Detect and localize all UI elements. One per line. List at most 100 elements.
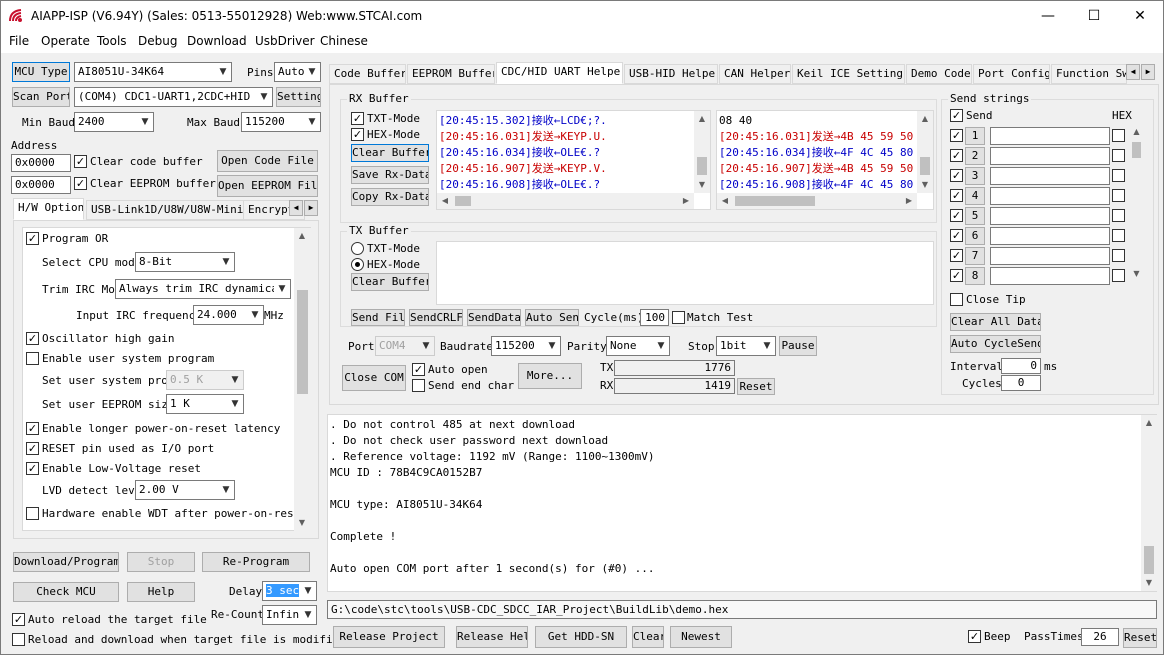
send-row-input[interactable] <box>990 167 1110 185</box>
scroll-thumb[interactable] <box>455 196 471 206</box>
lvd-select[interactable]: 2.00 V ▼ <box>135 480 235 500</box>
chevron-down-icon[interactable]: ▼ <box>1141 575 1157 591</box>
newest-button[interactable]: Newest <box>670 626 732 648</box>
program-or-checkbox[interactable]: ✓ <box>26 232 39 245</box>
tab-keil-ice-settings[interactable]: Keil ICE Settings <box>792 64 905 84</box>
send-end-char-checkbox[interactable] <box>412 379 425 392</box>
send-row-button[interactable]: 1 <box>965 127 985 145</box>
get-hdd-sn-button[interactable]: Get HDD-SN <box>535 626 627 648</box>
code-address-input[interactable]: 0x0000 <box>11 154 71 172</box>
baudrate-select[interactable]: 115200 ▼ <box>491 336 561 356</box>
open-code-file-button[interactable]: Open Code File <box>217 150 318 172</box>
chevron-right-icon[interactable]: ▶ <box>678 193 694 209</box>
rx-text-vscroll[interactable]: ▲ ▼ <box>694 111 710 193</box>
auto-cycle-send-button[interactable]: Auto CycleSend <box>950 335 1041 353</box>
tab-scroll-right-icon[interactable]: ▶ <box>304 200 318 216</box>
trim-irc-select[interactable]: Always trim IRC dynamical ▼ <box>115 279 291 299</box>
clear-log-button[interactable]: Clear <box>632 626 664 648</box>
mcu-type-select[interactable]: AI8051U-34K64 ▼ <box>74 62 232 82</box>
download-program-button[interactable]: Download/Program <box>13 552 119 572</box>
maximize-button[interactable]: ☐ <box>1071 1 1117 31</box>
re-program-button[interactable]: Re-Program <box>202 552 310 572</box>
tab-scroll-left-icon[interactable]: ◀ <box>289 200 303 216</box>
close-com-button[interactable]: Close COM <box>342 365 406 391</box>
send-all-checkbox[interactable]: ✓ <box>950 109 963 122</box>
chevron-left-icon[interactable]: ◀ <box>437 193 453 209</box>
send-row-hex-checkbox[interactable] <box>1112 149 1125 162</box>
chevron-down-icon[interactable]: ▼ <box>294 515 310 531</box>
rx-text-view[interactable]: [20:45:15.302]接收←LCD€;?. [20:45:16.031]发… <box>436 110 711 210</box>
tab-usb-hid-helper[interactable]: USB-HID Helper <box>624 64 718 84</box>
menu-tools[interactable]: Tools <box>97 34 127 48</box>
scroll-thumb[interactable] <box>735 196 815 206</box>
menu-debug[interactable]: Debug <box>138 34 177 48</box>
send-row-input[interactable] <box>990 127 1110 145</box>
right-tab-scroll-left-icon[interactable]: ◀ <box>1126 64 1140 80</box>
eeprom-address-input[interactable]: 0x0000 <box>11 176 71 194</box>
minimize-button[interactable]: — <box>1025 1 1071 31</box>
pass-times-value[interactable]: 26 <box>1081 628 1119 646</box>
scroll-thumb[interactable] <box>697 157 707 175</box>
pins-select[interactable]: Auto ▼ <box>274 62 321 82</box>
send-row-input[interactable] <box>990 227 1110 245</box>
tab-function-switch[interactable]: Function Swi <box>1051 64 1127 84</box>
lvr-checkbox[interactable]: ✓ <box>26 462 39 475</box>
hw-wdt-checkbox[interactable] <box>26 507 39 520</box>
release-help-button[interactable]: Release Help <box>456 626 528 648</box>
rx-hex-vscroll[interactable]: ▲ ▼ <box>917 111 933 193</box>
send-row-hex-checkbox[interactable] <box>1112 189 1125 202</box>
tab-eeprom-buffer[interactable]: EEPROM Buffer <box>407 64 495 84</box>
chevron-right-icon[interactable]: ▶ <box>901 193 917 209</box>
send-row-checkbox[interactable]: ✓ <box>950 249 963 262</box>
tx-input-area[interactable] <box>436 241 934 305</box>
com-port-select[interactable]: COM4 ▼ <box>375 336 435 356</box>
match-test-checkbox[interactable] <box>672 311 685 324</box>
tab-demo-code[interactable]: Demo Code <box>906 64 972 84</box>
tx-clear-buffer-button[interactable]: Clear Buffer <box>351 273 429 291</box>
max-baud-select[interactable]: 115200 ▼ <box>241 112 321 132</box>
open-eeprom-file-button[interactable]: Open EEPROM File <box>217 175 318 197</box>
chevron-down-icon[interactable]: ▼ <box>694 177 710 193</box>
rx-hex-mode-checkbox[interactable]: ✓ <box>351 128 364 141</box>
send-row-hex-checkbox[interactable] <box>1112 129 1125 142</box>
send-row-checkbox[interactable]: ✓ <box>950 269 963 282</box>
send-row-hex-checkbox[interactable] <box>1112 229 1125 242</box>
scroll-thumb[interactable] <box>1144 546 1154 574</box>
beep-checkbox[interactable]: ✓ <box>968 630 981 643</box>
rx-text-hscroll[interactable]: ◀ ▶ <box>437 193 694 209</box>
tx-txt-mode-radio[interactable] <box>351 242 364 255</box>
tab-usb-link[interactable]: USB-Link1D/U8W/U8W-Mini <box>86 200 244 220</box>
send-data-button[interactable]: SendData <box>467 309 521 326</box>
help-button[interactable]: Help <box>127 582 195 602</box>
scan-port-button[interactable]: Scan Port <box>12 87 70 107</box>
send-row-input[interactable] <box>990 147 1110 165</box>
rx-hex-view[interactable]: 08 40 [20:45:16.031]发送→4B 45 59 50 0 [20… <box>716 110 934 210</box>
chevron-up-icon[interactable]: ▲ <box>1141 415 1157 431</box>
reload-modified-checkbox[interactable] <box>12 633 25 646</box>
scroll-thumb[interactable] <box>297 290 308 394</box>
count-reset-button[interactable]: Reset <box>737 378 775 395</box>
send-row-checkbox[interactable]: ✓ <box>950 229 963 242</box>
tab-port-config[interactable]: Port Config <box>973 64 1050 84</box>
release-project-button[interactable]: Release Project <box>333 626 445 648</box>
send-row-button[interactable]: 7 <box>965 247 985 265</box>
send-row-hex-checkbox[interactable] <box>1112 209 1125 222</box>
auto-open-checkbox[interactable]: ✓ <box>412 363 425 376</box>
clear-eeprom-checkbox[interactable]: ✓ <box>74 177 87 190</box>
close-button[interactable]: ✕ <box>1117 1 1163 31</box>
chevron-down-icon[interactable]: ▼ <box>1129 266 1144 282</box>
pause-button[interactable]: Pause <box>779 336 817 356</box>
menu-operate[interactable]: Operate <box>41 34 90 48</box>
rx-clear-buffer-button[interactable]: Clear Buffer <box>351 144 429 162</box>
more-button[interactable]: More... <box>518 363 582 389</box>
send-row-checkbox[interactable]: ✓ <box>950 189 963 202</box>
tab-cdc-hid-uart-helper[interactable]: CDC/HID UART Helper <box>496 62 623 84</box>
send-row-button[interactable]: 2 <box>965 147 985 165</box>
menu-download[interactable]: Download <box>187 34 247 48</box>
tx-hex-mode-radio[interactable] <box>351 258 364 271</box>
tab-can-helper[interactable]: CAN Helper <box>719 64 791 84</box>
send-row-button[interactable]: 5 <box>965 207 985 225</box>
interval-input[interactable]: 0 <box>1001 358 1041 374</box>
send-row-button[interactable]: 6 <box>965 227 985 245</box>
clear-all-data-button[interactable]: Clear All Data <box>950 313 1041 331</box>
